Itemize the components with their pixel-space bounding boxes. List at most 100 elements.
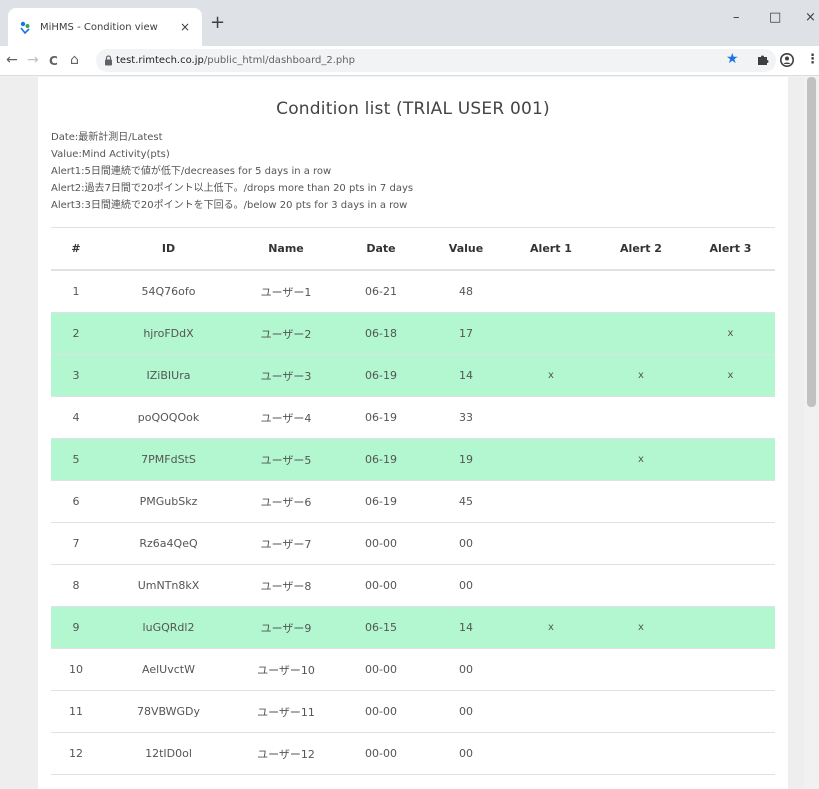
table-row: 2 hjroFDdX ユーザー2 06-18 17 x bbox=[51, 312, 775, 355]
scrollbar-thumb[interactable] bbox=[807, 77, 816, 407]
cell-number: 7 bbox=[51, 522, 101, 565]
cell-name: ユーザー4 bbox=[236, 396, 336, 439]
cell-id: Ph75OV4f bbox=[101, 774, 236, 789]
table-row: 5 7PMFdStS ユーザー5 06-19 19 x bbox=[51, 438, 775, 481]
table-row: 3 IZiBIUra ユーザー3 06-19 14 x x x bbox=[51, 354, 775, 397]
cell-alert2 bbox=[596, 269, 686, 313]
cell-value: 00 bbox=[426, 690, 506, 733]
cell-value: 14 bbox=[426, 606, 506, 649]
cell-alert1 bbox=[506, 480, 596, 523]
cell-value: 14 bbox=[426, 354, 506, 397]
page-scrollbar[interactable] bbox=[804, 77, 819, 789]
cell-name: ユーザー5 bbox=[236, 438, 336, 481]
legend: Date:最新計測日/Latest Value:Mind Activity(pt… bbox=[51, 129, 775, 214]
minimize-button[interactable]: – bbox=[733, 10, 740, 26]
extensions-puzzle-icon[interactable] bbox=[756, 53, 769, 66]
bookmark-star-icon[interactable]: ★ bbox=[726, 52, 739, 66]
header-date: Date bbox=[336, 227, 426, 271]
cell-value: 00 bbox=[426, 564, 506, 607]
legend-alert3: Alert3:3日間連続で20ポイントを下回る。/below 20 pts fo… bbox=[51, 200, 408, 211]
table-row: 1 54Q76ofo ユーザー1 06-21 48 bbox=[51, 269, 775, 313]
cell-id: AelUvctW bbox=[101, 648, 236, 691]
close-window-button[interactable]: × bbox=[805, 10, 816, 26]
cell-number: 1 bbox=[51, 269, 101, 313]
condition-card: Condition list (TRIAL USER 001) Date:最新計… bbox=[38, 77, 788, 789]
cell-id: luGQRdl2 bbox=[101, 606, 236, 649]
cell-alert1: x bbox=[506, 354, 596, 397]
table-row: 8 UmNTn8kX ユーザー8 00-00 00 bbox=[51, 564, 775, 607]
cell-id: IZiBIUra bbox=[101, 354, 236, 397]
cell-number: 13 bbox=[51, 774, 101, 789]
cell-alert1 bbox=[506, 732, 596, 775]
cell-alert3 bbox=[686, 438, 775, 481]
cell-number: 8 bbox=[51, 564, 101, 607]
cell-value: 19 bbox=[426, 438, 506, 481]
cell-alert1 bbox=[506, 564, 596, 607]
table-row: 12 12tID0ol ユーザー12 00-00 00 bbox=[51, 732, 775, 775]
table-row: 10 AelUvctW ユーザー10 00-00 00 bbox=[51, 648, 775, 691]
header-alert3: Alert 3 bbox=[686, 227, 775, 271]
cell-alert1 bbox=[506, 396, 596, 439]
cell-value: 18 bbox=[426, 774, 506, 789]
cell-name: ユーザー8 bbox=[236, 564, 336, 607]
home-button[interactable]: ⌂ bbox=[70, 52, 79, 68]
cell-alert3 bbox=[686, 480, 775, 523]
legend-alert1: Alert1:5日間連続で値が低下/decreases for 5 days i… bbox=[51, 166, 332, 177]
cell-value: 00 bbox=[426, 522, 506, 565]
cell-value: 33 bbox=[426, 396, 506, 439]
reload-button[interactable]: C bbox=[49, 53, 58, 69]
cell-name: ユーザー2 bbox=[236, 312, 336, 355]
table-row: 9 luGQRdl2 ユーザー9 06-15 14 x x bbox=[51, 606, 775, 649]
cell-name: ユーザー7 bbox=[236, 522, 336, 565]
table-row: 4 poQOQOok ユーザー4 06-19 33 bbox=[51, 396, 775, 439]
new-tab-button[interactable]: + bbox=[210, 14, 225, 32]
cell-alert2 bbox=[596, 564, 686, 607]
cell-id: 54Q76ofo bbox=[101, 269, 236, 313]
cell-value: 48 bbox=[426, 269, 506, 313]
cell-name: ユーザー1 bbox=[236, 269, 336, 313]
tab-close-icon[interactable]: × bbox=[178, 20, 192, 34]
back-button[interactable]: ← bbox=[6, 52, 18, 68]
menu-kebab-icon[interactable]: ⋮ bbox=[806, 53, 819, 67]
cell-number: 9 bbox=[51, 606, 101, 649]
maximize-button[interactable]: □ bbox=[769, 10, 781, 26]
cell-alert2 bbox=[596, 396, 686, 439]
cell-name: ユーザー3 bbox=[236, 354, 336, 397]
cell-id: Rz6a4QeQ bbox=[101, 522, 236, 565]
cell-date: 06-19 bbox=[336, 480, 426, 523]
forward-button[interactable]: → bbox=[27, 52, 39, 68]
cell-alert2 bbox=[596, 480, 686, 523]
cell-id: 78VBWGDy bbox=[101, 690, 236, 733]
cell-id: 7PMFdStS bbox=[101, 438, 236, 481]
browser-toolbar: ← → C ⌂ test.rimtech.co.jp/public_html/d… bbox=[0, 46, 819, 76]
cell-number: 3 bbox=[51, 354, 101, 397]
cell-alert3 bbox=[686, 269, 775, 313]
cell-alert3: x bbox=[686, 312, 775, 355]
cell-alert3 bbox=[686, 606, 775, 649]
condition-table: # ID Name Date Value Alert 1 Alert 2 Ale… bbox=[51, 227, 775, 789]
cell-alert2: * bbox=[596, 774, 686, 789]
address-bar[interactable]: test.rimtech.co.jp/public_html/dashboard… bbox=[96, 49, 776, 72]
table-row: 6 PMGubSkz ユーザー6 06-19 45 bbox=[51, 480, 775, 523]
cell-alert1 bbox=[506, 648, 596, 691]
cell-number: 2 bbox=[51, 312, 101, 355]
cell-alert3 bbox=[686, 564, 775, 607]
profile-avatar-icon[interactable] bbox=[780, 53, 794, 67]
header-alert2: Alert 2 bbox=[596, 227, 686, 271]
browser-tab[interactable]: MiHMS - Condition view × bbox=[8, 8, 202, 46]
url-path: /public_html/dashboard_2.php bbox=[203, 55, 355, 66]
page-viewport: Condition list (TRIAL USER 001) Date:最新計… bbox=[0, 77, 819, 789]
cell-alert2 bbox=[596, 690, 686, 733]
cell-date: 00-00 bbox=[336, 732, 426, 775]
cell-alert1 bbox=[506, 312, 596, 355]
cell-id: poQOQOok bbox=[101, 396, 236, 439]
cell-name: ユーザー9 bbox=[236, 606, 336, 649]
table-row: 13Ph75OV4fユーザー1306-2118*** bbox=[51, 774, 775, 789]
legend-date: Date:最新計測日/Latest bbox=[51, 132, 163, 143]
cell-date: 06-18 bbox=[336, 312, 426, 355]
cell-date: 06-19 bbox=[336, 354, 426, 397]
cell-name: ユーザー11 bbox=[236, 690, 336, 733]
cell-number: 4 bbox=[51, 396, 101, 439]
cell-number: 11 bbox=[51, 690, 101, 733]
cell-date: 06-21 bbox=[336, 774, 426, 789]
